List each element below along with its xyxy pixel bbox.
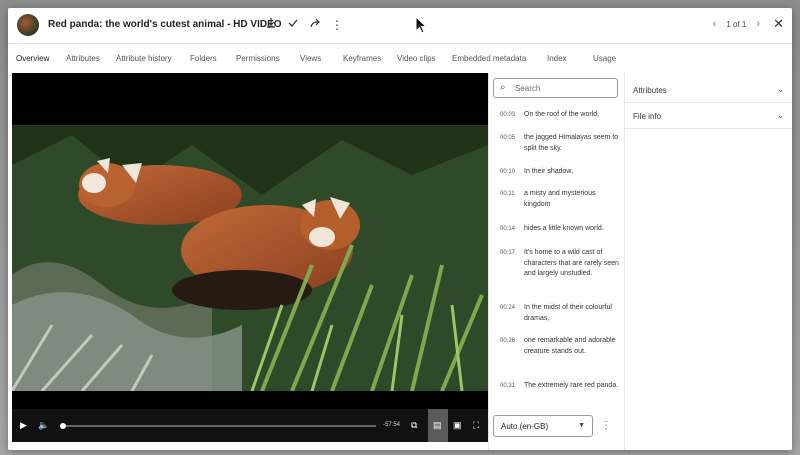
red-panda-scene (12, 125, 488, 391)
search-placeholder: Search (515, 84, 541, 93)
seek-handle[interactable] (60, 423, 66, 429)
accordion-label: Attributes (633, 86, 667, 95)
play-icon[interactable]: ▶ (20, 419, 27, 431)
pager-label: 1 of 1 (726, 19, 747, 29)
tab-usage[interactable]: Usage (593, 54, 616, 63)
cue-time: 00:14 (500, 226, 516, 232)
download-icon[interactable] (262, 16, 280, 34)
cue-text: It's home to a wild cast of characters t… (524, 249, 619, 277)
accordion-attributes[interactable]: Attributes ⌄ (625, 77, 792, 103)
chevron-down-icon: ⌄ (777, 85, 784, 94)
cue-time: 00:05 (500, 135, 516, 141)
close-icon[interactable]: ✕ (773, 17, 784, 31)
transcript-panel: ⌕ Search 00:03 On the roof of the world,… (488, 73, 625, 450)
pager: ‹ 1 of 1 › (713, 19, 760, 30)
tab-video-clips[interactable]: Video clips (397, 54, 436, 63)
cue-text: In their shadow, (524, 168, 574, 175)
transcript-cue[interactable]: 00:14 hides a little known world. (500, 224, 620, 235)
chevron-down-icon: ⌄ (777, 111, 784, 120)
captions-icon[interactable]: ⧉ (411, 419, 417, 431)
asset-title: Red panda: the world's cutest animal - H… (48, 19, 282, 30)
transcript-cue[interactable]: 00:10 In their shadow, (500, 167, 620, 178)
cue-text: On the roof of the world, (524, 111, 600, 118)
tab-index[interactable]: Index (547, 54, 567, 63)
cue-time: 00:03 (500, 112, 516, 118)
language-value: Auto (en-GB) (501, 422, 549, 431)
transcript-cue[interactable]: 00:24 In the midst of their colourful dr… (500, 303, 620, 324)
share-icon[interactable] (306, 16, 324, 34)
seek-bar[interactable] (60, 423, 376, 429)
transcript-cue[interactable]: 00:26 one remarkable and adorable creatu… (500, 336, 620, 357)
tab-overview[interactable]: Overview (16, 54, 49, 63)
cue-time: 00:17 (500, 250, 516, 256)
cue-time: 00:26 (500, 338, 516, 344)
cue-text: hides a little known world. (524, 225, 604, 232)
cue-time: 00:24 (500, 305, 516, 311)
mouse-cursor-icon (415, 16, 427, 34)
video-frame (12, 125, 488, 391)
volume-icon[interactable]: 🔈 (38, 419, 49, 431)
asset-thumbnail (17, 14, 39, 36)
cue-text: The extremely rare red panda. (524, 382, 619, 389)
info-side-panel: Attributes ⌄ File info ⌄ (625, 73, 792, 450)
cue-time: 00:31 (500, 383, 516, 389)
transcript-menu-icon[interactable]: ⋮ (601, 420, 611, 432)
tab-embedded-metadata[interactable]: Embedded metadata (452, 54, 526, 63)
previous-asset-icon[interactable]: ‹ (713, 19, 717, 30)
cue-text: the jagged Himalayas seem to split the s… (524, 134, 619, 152)
cue-text: In the midst of their colourful dramas, (524, 304, 612, 322)
transcript-cue[interactable]: 00:17 It's home to a wild cast of charac… (500, 248, 620, 280)
transcript-icon[interactable]: ▤ (433, 419, 442, 431)
kebab-icon[interactable]: ⋮ (328, 16, 346, 34)
tab-folders[interactable]: Folders (190, 54, 217, 63)
tab-attributes[interactable]: Attributes (66, 54, 100, 63)
cue-time: 00:10 (500, 169, 516, 175)
cue-time: 00:11 (500, 191, 515, 197)
player-controls: ▶ 🔈 -57:54 ⧉ ▤ ▣ ⛶ (12, 409, 488, 442)
transcript-cue[interactable]: 00:31 The extremely rare red panda. (500, 381, 620, 392)
tab-permissions[interactable]: Permissions (236, 54, 280, 63)
time-remaining: -57:54 (383, 422, 401, 428)
accordion-label: File info (633, 112, 662, 121)
cue-text: a misty and mysterious kingdom (524, 190, 596, 208)
tab-attribute-history[interactable]: Attribute history (116, 54, 172, 63)
check-icon[interactable] (284, 16, 302, 34)
cue-text: one remarkable and adorable creature sta… (524, 337, 616, 355)
modal-header: Red panda: the world's cutest animal - H… (8, 8, 792, 44)
pip-icon[interactable]: ▣ (453, 419, 462, 431)
accordion-file-info[interactable]: File info ⌄ (625, 103, 792, 129)
tab-views[interactable]: Views (300, 54, 321, 63)
search-icon: ⌕ (500, 82, 506, 93)
caret-down-icon: ▼ (578, 422, 585, 429)
asset-detail-modal: Red panda: the world's cutest animal - H… (8, 8, 792, 450)
transcript-language-select[interactable]: Auto (en-GB) ▼ (493, 415, 593, 437)
transcript-cue[interactable]: 00:05 the jagged Himalayas seem to split… (500, 133, 620, 154)
transcript-cue[interactable]: 00:03 On the roof of the world, (500, 110, 620, 121)
transcript-search-input[interactable]: ⌕ Search (493, 78, 618, 98)
tab-keyframes[interactable]: Keyframes (343, 54, 381, 63)
transcript-cue[interactable]: 00:11 a misty and mysterious kingdom (500, 189, 620, 210)
fullscreen-icon[interactable]: ⛶ (473, 419, 479, 431)
next-asset-icon[interactable]: › (756, 19, 760, 30)
tab-bar: Overview Attributes Attribute history Fo… (8, 44, 792, 76)
video-player[interactable]: ▶ 🔈 -57:54 ⧉ ▤ ▣ ⛶ (12, 73, 488, 442)
